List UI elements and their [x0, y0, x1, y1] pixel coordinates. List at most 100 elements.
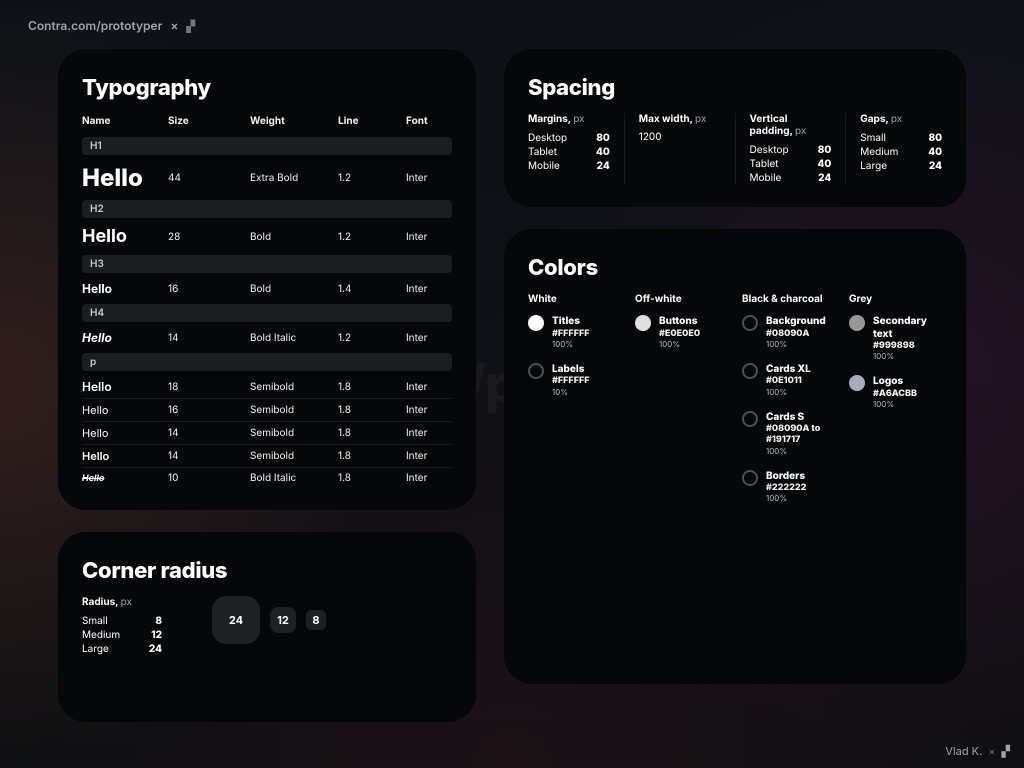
swatch-hex: #FFFFFF: [552, 328, 590, 339]
sample-name: Hello: [82, 379, 168, 394]
sample-font: Inter: [406, 172, 454, 184]
card-title: Spacing: [528, 75, 942, 101]
sample-size: 16: [168, 283, 250, 295]
swatch-opacity: 10%: [552, 387, 590, 397]
spacing-label: Margins, px: [528, 113, 610, 125]
sample-weight: Bold: [250, 283, 338, 295]
sample-name: Hello: [82, 163, 168, 192]
radius-row: Medium12: [82, 628, 162, 642]
typography-columns: Name Size Weight Line Font: [82, 113, 452, 133]
swatch-hex: #0E1011: [766, 375, 811, 386]
swatch-name: Logos: [873, 375, 917, 388]
sample-font: Inter: [406, 231, 454, 243]
swatch-hex: #08090A to #191717: [766, 423, 835, 446]
sample-font: Inter: [406, 381, 454, 393]
spacing-label: Max width, px: [639, 113, 721, 125]
type-tag: p: [82, 353, 452, 371]
swatch-name: Secondary text: [873, 315, 942, 340]
type-row: Hello10Bold Italic1.8Inter: [82, 467, 452, 488]
sample-font: Inter: [406, 427, 454, 439]
typography-card: Typography Name Size Weight Line Font H1…: [58, 49, 476, 510]
swatch-dot: [742, 363, 758, 379]
swatch-name: Cards S: [766, 411, 835, 424]
sample-font: Inter: [406, 332, 454, 344]
color-swatch: Cards S#08090A to #191717100%: [742, 411, 835, 456]
color-group-title: White: [528, 293, 621, 305]
swatch-opacity: 100%: [766, 387, 811, 397]
spacing-group: Margins, pxDesktop80Tablet40Mobile24: [528, 113, 625, 185]
color-swatch: Logos#A6ACBB100%: [849, 375, 942, 409]
swatch-opacity: 100%: [659, 339, 700, 349]
color-swatch: Cards XL#0E1011100%: [742, 363, 835, 397]
type-row: Hello14Bold Italic1.2Inter: [82, 326, 452, 349]
type-row: Hello16Bold1.4Inter: [82, 277, 452, 300]
radius-chips: 24128: [212, 596, 326, 644]
color-group: Off-whiteButtons#E0E0E0100%: [635, 293, 728, 517]
swatch-name: Background: [766, 315, 826, 328]
col-name: Name: [82, 115, 168, 127]
sample-line: 1.8: [338, 427, 406, 439]
type-row: Hello14Semibold1.8Inter: [82, 444, 452, 467]
sample-line: 1.8: [338, 450, 406, 462]
color-swatch: Labels#FFFFFF10%: [528, 363, 621, 397]
swatch-name: Borders: [766, 470, 806, 483]
spacing-label: Vertical padding, px: [750, 113, 832, 137]
sample-weight: Bold: [250, 231, 338, 243]
col-size: Size: [168, 115, 250, 127]
sample-font: Inter: [406, 283, 454, 295]
spacing-row: Mobile24: [528, 159, 610, 173]
col-font: Font: [406, 115, 454, 127]
sample-size: 44: [168, 172, 250, 184]
color-group: Black & charcoal Background#08090A100% Car…: [742, 293, 835, 517]
color-group-title: Black & charcoal: [742, 293, 835, 305]
swatch-hex: #999898: [873, 340, 942, 351]
sample-size: 28: [168, 231, 250, 243]
colors-card: Colors WhiteTitles#FFFFFF100%Labels#FFFF…: [504, 229, 966, 684]
swatch-dot: [742, 411, 758, 427]
spacing-row: Tablet40: [750, 157, 832, 171]
sample-name: Hello: [82, 426, 168, 440]
sample-line: 1.2: [338, 332, 406, 344]
swatch-dot: [635, 315, 651, 331]
card-title: Corner radius: [82, 558, 452, 584]
type-row: Hello28Bold1.2Inter: [82, 222, 452, 251]
sample-font: Inter: [406, 404, 454, 416]
footer-credit: Vlad K. × ▞: [945, 744, 1010, 758]
page: Typography Name Size Weight Line Font H1…: [0, 39, 1024, 732]
swatch-opacity: 100%: [873, 351, 942, 361]
sample-line: 1.8: [338, 472, 406, 484]
color-group: WhiteTitles#FFFFFF100%Labels#FFFFFF10%: [528, 293, 621, 517]
sample-font: Inter: [406, 450, 454, 462]
swatch-dot: [742, 470, 758, 486]
spacing-row: Medium40: [860, 145, 942, 159]
color-group-title: Off-white: [635, 293, 728, 305]
sample-name: Hello: [82, 403, 168, 417]
type-tag: H4: [82, 304, 452, 322]
type-row: Hello44Extra Bold1.2Inter: [82, 159, 452, 196]
color-group-title: Grey: [849, 293, 942, 305]
sample-weight: Semibold: [250, 427, 338, 439]
sample-weight: Bold Italic: [250, 332, 338, 344]
sample-line: 1.2: [338, 231, 406, 243]
card-title: Typography: [82, 75, 452, 101]
swatch-opacity: 100%: [552, 339, 590, 349]
swatch-name: Cards XL: [766, 363, 811, 376]
radius-list: Radius, px Small8Medium12Large24: [82, 596, 162, 656]
sample-line: 1.8: [338, 404, 406, 416]
swatch-opacity: 100%: [873, 399, 917, 409]
color-swatch: Secondary text#999898100%: [849, 315, 942, 361]
spacing-row: Mobile24: [750, 171, 832, 185]
type-tag: H2: [82, 200, 452, 218]
sample-weight: Semibold: [250, 450, 338, 462]
framer-icon: ▞: [1002, 744, 1010, 758]
swatch-dot: [528, 315, 544, 331]
swatch-name: Labels: [552, 363, 590, 376]
framer-icon: ▞: [186, 19, 194, 33]
sample-size: 14: [168, 427, 250, 439]
color-swatch: Background#08090A100%: [742, 315, 835, 349]
type-row: Hello14Semibold1.8Inter: [82, 421, 452, 444]
swatch-dot: [742, 315, 758, 331]
breadcrumb-sep: ×: [170, 18, 178, 33]
radius-row: Large24: [82, 642, 162, 656]
breadcrumb-text: Contra.com/prototyper: [28, 18, 162, 33]
